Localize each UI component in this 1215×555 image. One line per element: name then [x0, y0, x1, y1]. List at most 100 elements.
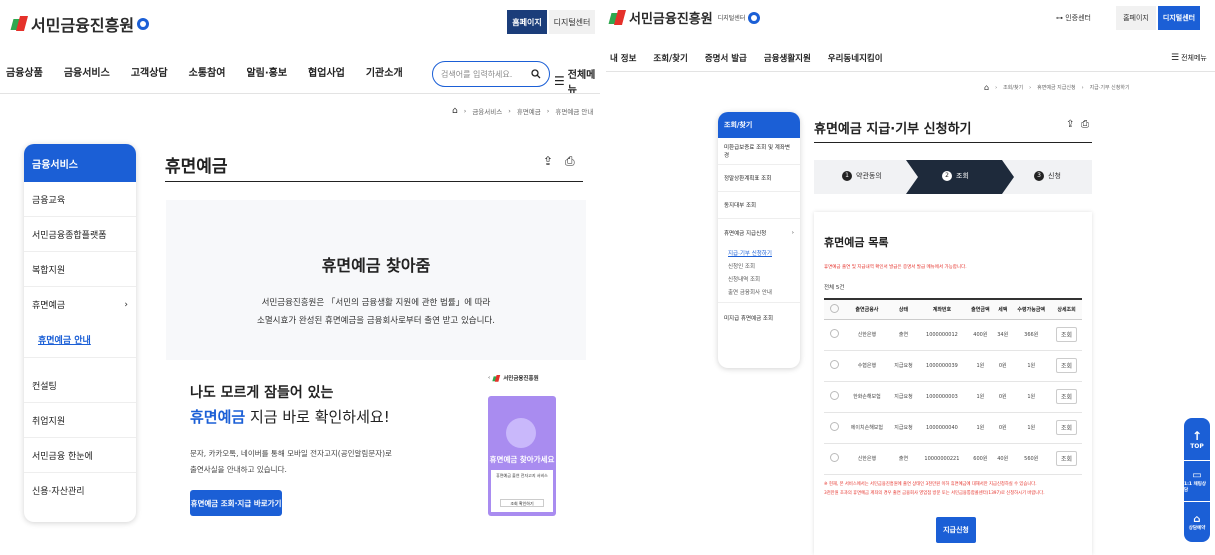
nav-item[interactable]: 기관소개	[366, 64, 403, 79]
apply-button[interactable]: 지급신청	[936, 517, 976, 543]
sidebar-item[interactable]: 미지급 휴면예금 조회	[718, 303, 800, 333]
sidebar-item-consulting[interactable]: 컨설팅	[24, 368, 136, 403]
key-icon: ⊶	[1056, 14, 1063, 22]
dormant-lookup-button[interactable]: 휴면예금 조회·지급 바로가기	[190, 490, 282, 516]
col-header: 계좌번호	[917, 298, 967, 320]
sidebar-item-job[interactable]: 취업지원	[24, 403, 136, 438]
chat-consult-button[interactable]: ▭ 1:1 채팅상담	[1184, 461, 1210, 501]
page-title: 휴면예금 지급·기부 신청하기	[814, 122, 972, 137]
nav-item[interactable]: 금융서비스	[64, 64, 110, 79]
search-icon[interactable]	[531, 69, 541, 79]
col-header: 출연금융사	[844, 298, 890, 320]
sidebar-item[interactable]: 동지대부 조회	[718, 192, 800, 219]
warning-text: ※ 현재, 본 서비스에서는 서민금융진흥원에 출연 상태인 3천만원 이하 휴…	[824, 480, 1084, 498]
breadcrumb-item[interactable]: 금융서비스	[472, 106, 502, 116]
nav-item[interactable]: 금융상품	[6, 64, 43, 79]
table-row: 에이치손해보험 지급요청 1000000040 1원 0원 1원 조회	[824, 412, 1082, 444]
breadcrumb-item: 지급·기부 신청하기	[1089, 85, 1130, 91]
submenu-item[interactable]: 출연 금융회사 안내	[728, 287, 790, 300]
reservation-icon: ⌂	[1193, 513, 1201, 525]
sidebar-item-dormant[interactable]: 휴면예금 ›	[24, 287, 136, 322]
sidebar-item[interactable]: 정말상환계획표 조회	[718, 165, 800, 192]
home-icon[interactable]: ⌂	[452, 106, 458, 116]
list-note: 휴면예금 출연 및 지급내역 확인서 발급은 증명서 발급 메뉴에서 가능합니다…	[824, 265, 967, 270]
sidebar-item[interactable]: 미환급보증료 조회 및 계좌변경	[718, 138, 800, 165]
main-nav: 내 정보 조회/찾기 증명서 발급 금융생활지원 우리동네지킴이	[610, 52, 900, 64]
cert-center-link[interactable]: ⊶ 인증센터	[1056, 13, 1091, 23]
detail-view-button[interactable]: 조회	[1056, 451, 1078, 466]
search-box[interactable]: 검색어를 입력하세요.	[432, 61, 550, 87]
sidebar-subitem-dormant-guide[interactable]: 휴면예금 안내	[24, 322, 136, 358]
all-menu-button[interactable]: ☰ 전체메뉴	[554, 66, 600, 96]
nav-item[interactable]: 협업사업	[308, 64, 345, 79]
step-3: 3 신청	[1034, 171, 1061, 181]
digital-center-button[interactable]: 디지털센터	[549, 10, 595, 34]
phone-banner-title: 휴면예금 찾아가세요	[489, 455, 555, 464]
row-checkbox[interactable]	[829, 422, 839, 431]
row-checkbox[interactable]	[829, 391, 839, 400]
promo-line-1: 나도 모르게 잠들어 있는	[190, 385, 334, 401]
home-icon[interactable]: ⌂	[984, 83, 989, 92]
share-icon[interactable]: ⇪	[1066, 119, 1074, 130]
sidebar-item-dormant-apply[interactable]: 휴면예금 지급신청 ›	[718, 219, 800, 246]
submenu-item-active[interactable]: 지급·기부 신청하기	[728, 248, 790, 261]
nav-item[interactable]: 알림·홍보	[246, 64, 287, 79]
list-title: 휴면예금 목록	[824, 236, 889, 249]
sidebar-item-credit[interactable]: 신용·자산관리	[24, 473, 136, 508]
home-button[interactable]: 홈페이지	[1116, 6, 1156, 30]
site-logo[interactable]: 서민금융진흥원	[12, 12, 150, 36]
step-2-active: 2 조회	[942, 171, 969, 181]
nav-item[interactable]: 소통참여	[189, 64, 226, 79]
row-checkbox[interactable]	[829, 453, 839, 462]
logo-text: 서민금융진흥원	[31, 16, 135, 35]
nav-divider	[606, 71, 1215, 72]
digital-center-button[interactable]: 디지털센터	[1158, 6, 1200, 30]
logo-badge-icon	[748, 11, 761, 24]
nav-item[interactable]: 금융생활지원	[764, 52, 811, 64]
dormant-table: 출연금융사 상태 계좌번호 출연금액 세액 수령가능금액 상세조회 신한은행 출연…	[824, 298, 1082, 475]
all-menu-label: 전체메뉴	[567, 70, 596, 96]
print-icon[interactable]: ⎙	[565, 154, 575, 169]
submenu-item[interactable]: 신청인 조회	[728, 261, 790, 274]
top-button[interactable]: ↑ TOP	[1184, 418, 1210, 460]
select-all-checkbox[interactable]	[829, 303, 839, 313]
right-screenshot-pane: 서민금융진흥원 디지털센터 ⊶ 인증센터 홈페이지 디지털센터 내 정보 조회/…	[606, 0, 1215, 555]
row-checkbox[interactable]	[829, 360, 839, 369]
chevron-right-icon: ›	[124, 299, 128, 310]
all-menu-button[interactable]: ☰ 전체메뉴	[1171, 53, 1207, 63]
table-row: 한화손해보험 지급요청 1000000003 1원 0원 1원 조회	[824, 381, 1082, 413]
digital-center-logo[interactable]: 서민금융진흥원 디지털센터	[610, 8, 761, 27]
share-icon[interactable]: ⇪	[543, 154, 553, 168]
main-nav: 금융상품 금융서비스 고객상담 소통참여 알림·홍보 협업사업 기관소개	[6, 64, 424, 79]
home-button[interactable]: 홈페이지	[507, 10, 547, 34]
breadcrumb-item[interactable]: 휴면예금 지급신청	[1037, 84, 1075, 91]
breadcrumb-item[interactable]: 휴면예금	[517, 106, 541, 116]
page-title: 휴면예금	[165, 157, 228, 177]
content-card: 휴면예금 찾아줌 서민금융진흥원은 「서민의 금융생활 지원에 관한 법률」에 …	[166, 200, 586, 555]
nav-item[interactable]: 내 정보	[610, 52, 636, 64]
detail-view-button[interactable]: 조회	[1056, 420, 1078, 435]
row-checkbox[interactable]	[829, 329, 839, 338]
visit-reserve-button[interactable]: ⌂ 상담예약	[1184, 502, 1210, 542]
nav-item[interactable]: 증명서 발급	[705, 52, 747, 64]
print-icon[interactable]: ⎙	[1081, 119, 1089, 130]
submenu-item[interactable]: 신청내역 조회	[728, 274, 790, 287]
col-header: 세액	[994, 298, 1012, 320]
hero-desc-2: 소멸시효가 완성된 휴면예금을 금융회사로부터 출연 받고 있습니다.	[257, 316, 495, 326]
sidebar-item-complex[interactable]: 복합지원	[24, 252, 136, 287]
sidebar-item-edu[interactable]: 금융교육	[24, 182, 136, 217]
detail-view-button[interactable]: 조회	[1056, 389, 1078, 404]
chat-icon: ▭	[1192, 469, 1202, 481]
nav-item[interactable]: 고객상담	[131, 64, 168, 79]
nav-item[interactable]: 우리동네지킴이	[828, 52, 883, 64]
search-input[interactable]: 검색어를 입력하세요.	[441, 69, 512, 80]
detail-view-button[interactable]: 조회	[1056, 358, 1078, 373]
breadcrumb-item[interactable]: 조회/찾기	[1003, 84, 1023, 91]
sidebar-item-overview[interactable]: 서민금융 한눈에	[24, 438, 136, 473]
nav-item[interactable]: 조회/찾기	[653, 52, 687, 64]
sidebar-item-platform[interactable]: 서민금융종합플랫폼	[24, 217, 136, 252]
logo-mark-icon	[12, 16, 28, 32]
sidebar-submenu: 지급·기부 신청하기 신청인 조회 신청내역 조회 출연 금융회사 안내	[718, 246, 800, 303]
promo-line-2: 휴면예금 지금 바로 확인하세요!	[190, 406, 390, 427]
detail-view-button[interactable]: 조회	[1056, 327, 1078, 342]
